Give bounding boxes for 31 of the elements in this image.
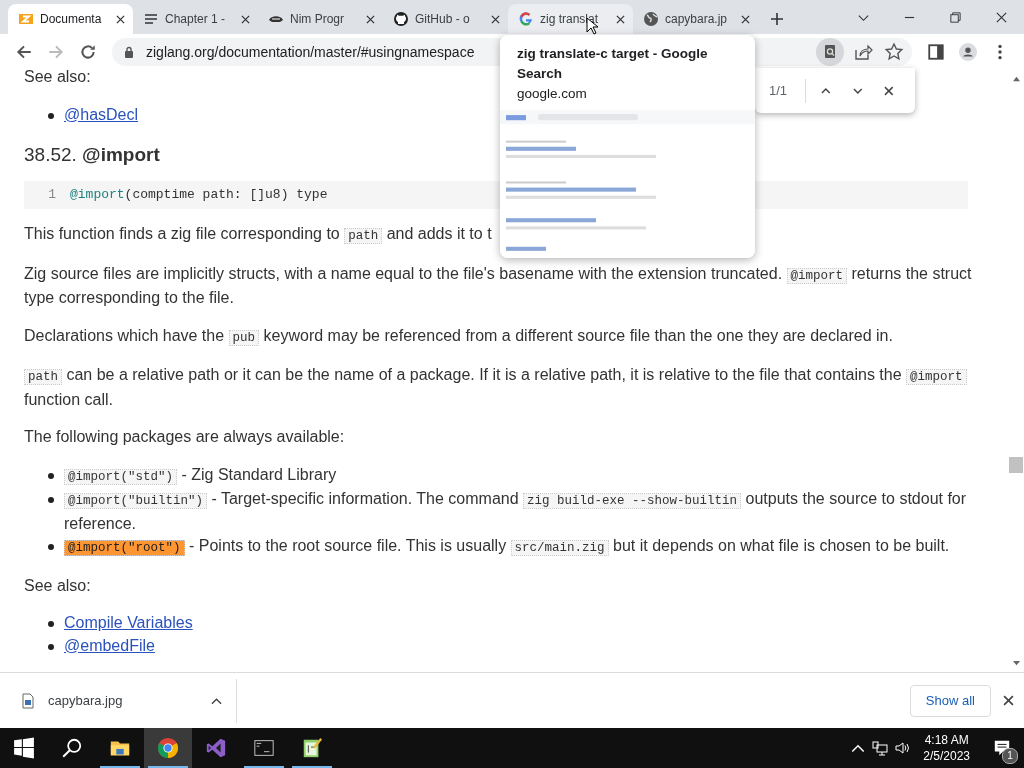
paragraph: path can be a relative path or it can be the name of a package. If it is a relative path, it is relative to the file that contains the @import function call.: [24, 364, 984, 411]
file-name: capybara.jpg: [48, 693, 124, 708]
code-line: @import(comptime path: []u8) type: [70, 186, 328, 204]
browser-tab[interactable]: Documenta: [8, 4, 133, 34]
paragraph: See also:: [24, 575, 91, 596]
download-item[interactable]: capybara.jpg: [22, 678, 237, 723]
paragraph: The following packages are always available:: [24, 427, 345, 447]
match-count: 1/1: [769, 83, 788, 98]
list-item-text: @import("std") - Zig Standard Library: [64, 463, 337, 488]
notification-badge: 1: [1002, 748, 1018, 764]
browser-tab[interactable]: Chapter 1 -: [133, 4, 258, 34]
link[interactable]: @hasDecl: [64, 103, 139, 126]
paragraph: This function finds a zig file corresponding to path and adds it to t: [24, 224, 492, 246]
browser-tab[interactable]: Nim Progr: [258, 4, 383, 34]
browser-tab[interactable]: zig translat: [508, 4, 633, 34]
section-heading: 38.52. @import: [24, 143, 161, 167]
show-all-button[interactable]: Show all: [909, 684, 991, 717]
paragraph: See also:: [24, 70, 91, 87]
list-item-text: @import("builtin") - Target-specific information. The command zig build-exe --show-builtin outputs the source to stdout for reference.: [64, 489, 968, 534]
time-text: 4:18 AM: [924, 732, 969, 748]
link[interactable]: Compile Variables: [64, 612, 193, 635]
link[interactable]: @embedFile: [64, 634, 155, 657]
card-domain: google.com: [516, 85, 588, 103]
line-number: 1: [47, 186, 56, 204]
paragraph: Declarations which have the pub keyword may be referenced from a different source file than the one they are declared in.: [24, 325, 893, 348]
list-item-text: @import("root") - Points to the root source file. This is usually src/main.zig but it depends on what file is chosen to be built.: [64, 535, 950, 560]
browser-tab[interactable]: GitHub - o: [383, 4, 508, 34]
browser-tab[interactable]: capybara.jp: [633, 4, 758, 34]
paragraph: Zig source files are implicitly structs, with a name equal to the file's basename with the extension truncated. @import returns the struct type corresponding to the file.: [24, 263, 973, 308]
date-text: 2/5/2023: [923, 748, 970, 764]
clock[interactable]: 4:18 AM 2/5/2023: [913, 728, 980, 768]
